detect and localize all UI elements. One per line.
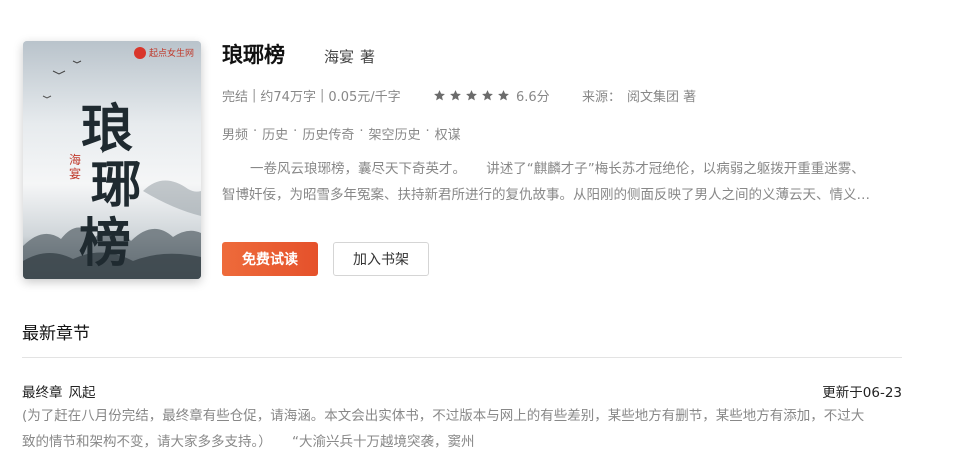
star-icon (466, 90, 477, 101)
source-value: 阅文集团 著 (627, 90, 697, 105)
book-meta: 完结 | 约74万字 | 0.05元/千字 (222, 86, 401, 105)
rating: 6.6分 (433, 86, 550, 105)
word-count: 约74万字 (260, 89, 316, 105)
book-cover[interactable]: 起点女生网 琅 琊 榜 海宴 (23, 41, 201, 279)
meta-separator: | (319, 87, 325, 103)
tag-separator: · (425, 124, 430, 139)
tag-separator: · (293, 124, 298, 139)
tag-list: 男频 · 历史 · 历史传奇 · 架空历史 · 权谋 (222, 124, 461, 143)
star-icon (434, 90, 445, 101)
divider (22, 357, 902, 358)
chapter-title: 风起 (68, 385, 96, 401)
free-trial-button[interactable]: 免费试读 (222, 242, 318, 276)
tag-item[interactable]: 权谋 (435, 124, 461, 143)
author-name[interactable]: 海宴 (324, 48, 354, 66)
cover-author-seal: 海宴 (69, 153, 82, 181)
description-line: 智博奸佞，为昭雪多年冤案、扶持新君所进行的复仇故事。从阳刚的侧面反映了男人之间的… (222, 187, 870, 203)
author-suffix: 著 (360, 48, 376, 66)
book-description: 一卷风云琅琊榜，囊尽天下奇英才。 讲述了“麒麟才子”梅长苏才冠绝伦，以病弱之躯拨… (222, 156, 898, 208)
description-line: 一卷风云琅琊榜，囊尽天下奇英才。 讲述了“麒麟才子”梅长苏才冠绝伦，以病弱之躯拨… (250, 161, 865, 177)
rating-score: 6.6分 (516, 90, 550, 105)
price-text: 0.05元/千字 (328, 89, 401, 105)
meta-separator: | (252, 87, 257, 103)
cover-title-char-3: 榜 (79, 213, 132, 274)
source-label: 来源： (582, 90, 622, 105)
author-info: 海宴著 (324, 46, 375, 67)
tag-item[interactable]: 男频 (222, 124, 248, 143)
add-to-shelf-button[interactable]: 加入书架 (333, 242, 429, 276)
latest-chapter-heading: 最新章节 (22, 324, 90, 344)
tag-item[interactable]: 架空历史 (368, 124, 420, 143)
tag-separator: · (359, 124, 364, 139)
tag-separator: · (253, 124, 258, 139)
chapter-label: 最终章 (22, 385, 63, 401)
latest-chapter-link[interactable]: 最终章 风起 (22, 381, 96, 401)
book-title[interactable]: 琅琊榜 (222, 39, 285, 69)
excerpt-line: (为了赶在八月份完结，最终章有些仓促，请海涵。本文会出实体书，不过版本与网上的有… (22, 408, 865, 424)
star-icon (498, 90, 509, 101)
tag-item[interactable]: 历史 (262, 124, 288, 143)
chapter-excerpt: (为了赶在八月份完结，最终章有些仓促，请海涵。本文会出实体书，不过版本与网上的有… (22, 403, 902, 455)
star-icon (482, 90, 493, 101)
publisher-logo: 起点女生网 (149, 49, 195, 59)
source-info: 来源： 阅文集团 著 (582, 86, 696, 105)
star-icon (450, 90, 461, 101)
excerpt-line: 致的情节和架构不变，请大家多多支持。） “大渝兴兵十万越境突袭，窦州 (22, 434, 475, 450)
update-time: 更新于06-23 (822, 385, 902, 401)
tag-item[interactable]: 历史传奇 (302, 124, 354, 143)
status-text: 完结 (222, 89, 249, 105)
